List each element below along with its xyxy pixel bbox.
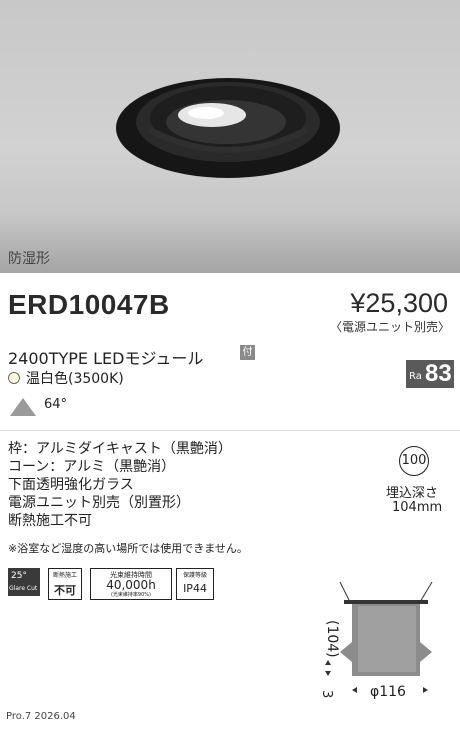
beam-angle: 64° — [44, 397, 68, 412]
color-temp-icon — [8, 372, 20, 384]
flange — [344, 600, 428, 604]
dimension-diagram: (104) 3 φ116 — [319, 581, 433, 700]
glare-degree: 25° — [11, 571, 27, 581]
clip-left — [340, 642, 352, 662]
product-type: 2400TYPE LEDモジュール — [8, 349, 204, 368]
price: ¥25,300 — [350, 288, 448, 318]
arrow-up — [325, 660, 331, 665]
insulation-head: 断熱施工 — [52, 572, 77, 579]
spring-left — [339, 581, 351, 603]
clip-right — [420, 642, 432, 662]
beam-angle-icon — [10, 398, 36, 416]
cutout-depth-title: 埋込深さ — [386, 486, 439, 501]
arrow-left — [352, 687, 357, 693]
ra-label: Ra — [409, 371, 422, 382]
cutout-size-badge: 100 — [399, 446, 429, 476]
included-badge: 付 — [240, 345, 255, 360]
insulation-value: 不可 — [54, 584, 76, 597]
product-photo: 防湿形 — [0, 0, 460, 273]
cutout-depth-value: 104mm — [392, 500, 443, 515]
spec-insulation: 断熱施工不可 — [8, 513, 92, 529]
arrow-down — [325, 671, 331, 676]
spec-cone: コーン：アルミ（黒艶消） — [8, 459, 176, 475]
glare-cut-icon: 25° Glare Cut — [8, 568, 40, 596]
divider — [0, 430, 460, 431]
lifetime-sub: (光束維持率90%) — [110, 592, 151, 598]
spring-right — [419, 581, 433, 603]
spec-power-unit: 電源ユニット別売（別置形） — [8, 495, 190, 511]
glare-text: Glare Cut — [9, 585, 38, 592]
color-temperature: 温白色(3500K) — [26, 371, 124, 387]
spec-frame: 枠：アルミダイキャスト（黒艶消） — [8, 441, 232, 457]
height-label: (104) — [324, 620, 340, 658]
model-number: ERD10047B — [8, 289, 170, 320]
ip-rating-icon: 保護等級 IP44 — [176, 568, 214, 600]
footer: Pro.7 2026.04 — [6, 711, 76, 722]
lifetime-value: 40,000h — [106, 578, 156, 592]
ra-value: 83 — [425, 360, 452, 387]
ip-head: 保護等級 — [182, 572, 207, 579]
lifetime-icon: 光束維持時間 40,000h (光束維持率90%) — [90, 568, 172, 600]
spec-cover: 下面透明強化ガラス — [8, 477, 134, 493]
body-inner — [358, 606, 416, 672]
ip-value: IP44 — [183, 582, 207, 595]
diameter-label: φ116 — [370, 684, 406, 700]
moisture-proof-label: 防湿形 — [8, 251, 50, 267]
price-note: 〈電源ユニット別売〉 — [329, 320, 450, 334]
offset-label: 3 — [319, 690, 334, 698]
arrow-right — [423, 687, 428, 693]
insulation-icon: 断熱施工 不可 — [48, 568, 82, 600]
photo-floor-shade — [0, 215, 460, 273]
ra-badge: Ra 83 — [406, 360, 454, 388]
usage-note: ※浴室など湿度の高い場所では使用できません。 — [8, 542, 248, 555]
